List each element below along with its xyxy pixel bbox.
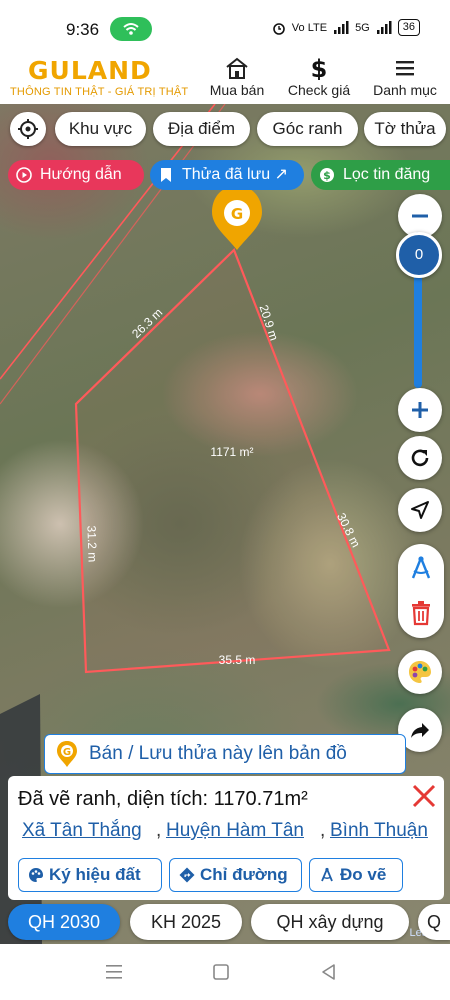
palette-icon: [409, 661, 431, 683]
location-separator: ,: [156, 820, 162, 841]
bookmark-icon: [161, 168, 171, 182]
plus-icon: [412, 402, 428, 418]
locate-button[interactable]: [10, 112, 46, 146]
navigate-button[interactable]: [398, 488, 442, 532]
filter-dia-diem[interactable]: Địa điểm: [153, 112, 250, 146]
layer-tabs: QH 2030 KH 2025 QH xây dựng Q: [0, 900, 450, 944]
battery-icon: 36: [397, 19, 420, 36]
location-commune-link[interactable]: Xã Tân Thắng: [22, 820, 142, 842]
signal-label: 5G: [355, 21, 370, 34]
nav-danh-muc[interactable]: Danh mục: [370, 56, 440, 98]
location-district-link[interactable]: Huyện Hàm Tân: [166, 820, 304, 842]
directions-icon: [179, 867, 195, 883]
back-icon[interactable]: [320, 963, 338, 981]
zoom-slider-knob[interactable]: 0: [396, 232, 442, 278]
parcel-area-title: Đã vẽ ranh, diện tích: 1170.71m²: [18, 788, 308, 810]
nav-mua-ban[interactable]: Mua bán: [202, 56, 272, 98]
saved-parcels-button[interactable]: Thửa đã lưu ↗: [150, 160, 304, 190]
land-symbol-label: Ký hiệu đất: [49, 865, 141, 884]
play-circle-icon: [16, 167, 32, 183]
tab-qh-2030[interactable]: QH 2030: [8, 904, 120, 940]
parcel-polygon[interactable]: [74, 248, 391, 674]
filter-listings-label: Lọc tin đăng: [343, 166, 431, 183]
svg-text:$: $: [311, 56, 328, 80]
home-icon[interactable]: [212, 963, 230, 981]
minus-icon: [412, 214, 428, 218]
compass-measure-icon[interactable]: [407, 554, 435, 582]
house-icon: [226, 57, 248, 79]
recent-apps-icon[interactable]: [104, 963, 124, 981]
app-header: GULAND THÔNG TIN THẬT - GIÁ TRỊ THẬT Mua…: [0, 52, 450, 104]
edge-label: 35.5 m: [219, 653, 256, 667]
signal-icon-2: [376, 20, 392, 34]
land-symbol-action[interactable]: Ký hiệu đất: [18, 858, 162, 892]
draw-tools: [398, 544, 444, 638]
measure-action[interactable]: Đo vẽ: [309, 858, 403, 892]
guland-pin-icon: G: [57, 741, 77, 767]
navigation-arrow-icon: [411, 501, 429, 519]
filter-goc-ranh[interactable]: Góc ranh: [257, 112, 358, 146]
guide-button[interactable]: Hướng dẫn: [8, 160, 144, 190]
filter-listings-button[interactable]: $ Lọc tin đăng: [311, 160, 450, 190]
system-nav-bar: [0, 944, 450, 1000]
svg-text:G: G: [231, 205, 243, 223]
guide-label: Hướng dẫn: [40, 166, 122, 183]
location-province-link[interactable]: Bình Thuận: [330, 820, 428, 842]
crosshair-icon: [18, 119, 38, 139]
edge-label: 31.2 m: [84, 525, 99, 562]
directions-label: Chỉ đường: [200, 865, 288, 884]
zoom-in-button[interactable]: [398, 388, 442, 432]
nav-label: Mua bán: [209, 82, 265, 98]
signal-icon: [334, 20, 349, 34]
measure-icon: [321, 867, 333, 882]
location-separator: ,: [320, 820, 326, 841]
svg-text:$: $: [323, 169, 331, 182]
measure-label: Đo vẽ: [340, 865, 387, 884]
location-pin-icon[interactable]: G: [212, 186, 262, 250]
tab-overflow[interactable]: Q: [418, 904, 450, 940]
area-label: 1171 m²: [210, 445, 253, 459]
palette-icon: [29, 868, 43, 882]
wifi-icon: [123, 23, 139, 35]
alarm-icon: [272, 22, 285, 35]
refresh-icon: [411, 449, 429, 467]
network-label: Vo LTE: [291, 21, 328, 34]
directions-action[interactable]: Chỉ đường: [169, 858, 302, 892]
status-bar: 9:36 Vo LTE 5G 36: [0, 0, 450, 56]
filter-to-thua[interactable]: Tờ thửa: [364, 112, 446, 146]
brand-tagline: THÔNG TIN THẬT - GIÁ TRỊ THẬT: [10, 86, 189, 98]
land-symbol-button[interactable]: [398, 650, 442, 694]
filter-khu-vuc[interactable]: Khu vực: [55, 112, 146, 146]
trash-icon[interactable]: [409, 600, 433, 626]
nav-check-gia[interactable]: $ Check giá: [284, 56, 354, 98]
svg-text:G: G: [63, 747, 71, 758]
parcel-info-panel: Đã vẽ ranh, diện tích: 1170.71m² Xã Tân …: [8, 776, 444, 900]
sell-save-parcel-button[interactable]: G Bán / Lưu thửa này lên bản đồ: [44, 734, 406, 774]
brand-logo[interactable]: GULAND: [28, 56, 152, 85]
share-arrow-icon: [411, 723, 429, 738]
status-icons: Vo LTE 5G 36: [272, 19, 420, 36]
nav-label: Danh mục: [373, 82, 437, 98]
dollar-circle-icon: $: [320, 168, 334, 182]
refresh-button[interactable]: [398, 436, 442, 480]
sell-save-label: Bán / Lưu thửa này lên bản đồ: [89, 743, 347, 764]
clock: 9:36: [66, 20, 100, 39]
dollar-icon: $: [311, 56, 328, 80]
close-icon[interactable]: [410, 782, 438, 810]
tab-kh-2025[interactable]: KH 2025: [130, 904, 242, 940]
menu-icon: [396, 61, 414, 76]
tab-qh-xay-dung[interactable]: QH xây dựng: [251, 904, 409, 940]
saved-parcels-label: Thửa đã lưu ↗: [182, 166, 288, 183]
hotspot-indicator: [110, 17, 152, 41]
nav-label: Check giá: [287, 82, 351, 98]
